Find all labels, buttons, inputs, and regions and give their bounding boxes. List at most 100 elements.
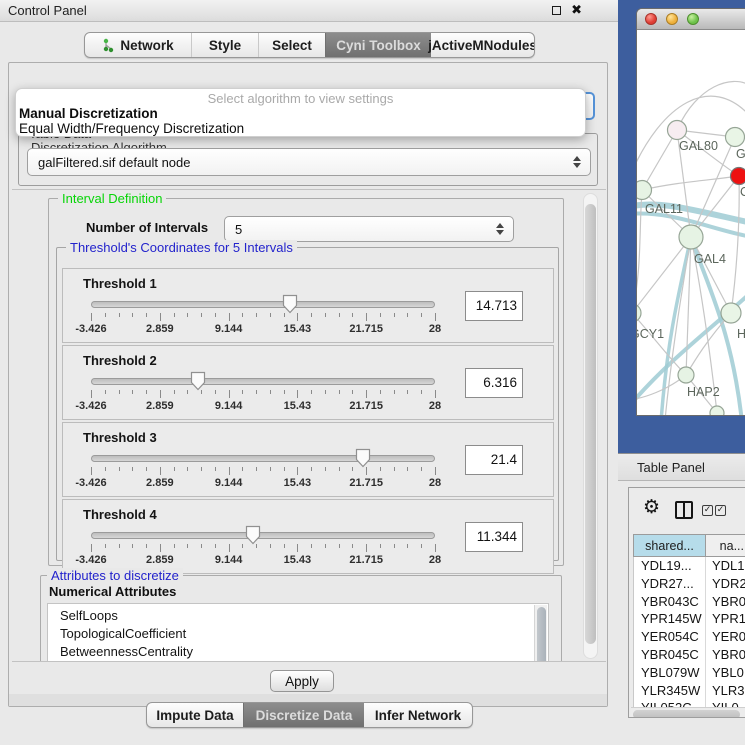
horizontal-scrollbar[interactable] <box>631 707 745 718</box>
table-row[interactable]: YER054CYER0 <box>634 628 745 646</box>
node-table: shared... na... YDL19...YDL1YDR27...YDR2… <box>633 534 745 717</box>
network-node-gal11[interactable] <box>637 181 652 200</box>
settings-scroll-area: Interval Definition Number of Intervals … <box>12 189 606 662</box>
table-data-group: Table Data galFiltered.sif default node <box>18 133 598 186</box>
split-columns-icon[interactable] <box>675 501 693 519</box>
tab-discretize-data[interactable]: Discretize Data <box>243 703 364 727</box>
slider-thumb-icon[interactable] <box>190 371 206 391</box>
apply-button[interactable]: Apply <box>270 670 334 692</box>
number-of-intervals-combobox[interactable]: 5 <box>224 216 514 242</box>
thresholds-group-title: Threshold's Coordinates for 5 Intervals <box>66 240 297 255</box>
tab-impute-data[interactable]: Impute Data <box>147 703 243 727</box>
node-label: GCY1 <box>637 327 664 341</box>
slider-thumb-icon[interactable] <box>355 448 371 468</box>
node-label: HAP2 <box>687 385 720 399</box>
threshold-box: Threshold 2 -3.4262.8599.14415.4321.7152… <box>62 345 554 420</box>
minimize-traffic-light-icon[interactable] <box>666 13 678 25</box>
table-row[interactable]: YBL079WYBL0 <box>634 664 745 682</box>
network-node-gal4[interactable] <box>679 225 703 249</box>
slider-tick-labels: -3.4262.8599.14415.4321.71528 <box>63 477 553 489</box>
network-window-titlebar[interactable] <box>637 9 745 30</box>
close-traffic-light-icon[interactable] <box>645 13 657 25</box>
node-label: GAL80 <box>679 139 718 153</box>
threshold-value-field[interactable]: 11.344 <box>465 522 523 552</box>
bottom-tab-bar: Impute DataDiscretize DataInfer Network <box>146 702 473 728</box>
close-icon[interactable]: ✖ <box>571 4 582 17</box>
network-canvas[interactable]: GAL80GACGAL11GAL4GCY1HHAP2 <box>637 30 745 416</box>
threshold-value-field[interactable]: 6.316 <box>465 368 523 398</box>
algorithm-option-manual-discretization[interactable]: Manual Discretization <box>16 106 585 121</box>
table-panel: ⚙ ✓ ✓ shared... na... YDL19...YDL1YDR27.… <box>628 487 745 718</box>
tab-style[interactable]: Style <box>191 33 258 57</box>
attribute-item-topologicalcoefficient[interactable]: TopologicalCoefficient <box>60 625 548 643</box>
tab-jactivemnodules[interactable]: jActiveMNodules <box>431 33 534 57</box>
network-node-gal80[interactable] <box>668 121 687 140</box>
threshold-value-field[interactable]: 14.713 <box>465 291 523 321</box>
stepper-arrows-icon <box>569 156 585 168</box>
column-header-name[interactable]: na... <box>706 535 745 556</box>
table-data-combobox[interactable]: galFiltered.sif default node <box>27 148 591 176</box>
network-node-ga[interactable] <box>726 128 745 147</box>
checkbox-icon[interactable]: ✓ <box>702 505 713 516</box>
top-tab-bar: NetworkStyleSelectCyni ToolboxjActiveMNo… <box>84 32 535 58</box>
number-of-intervals-label: Number of Intervals <box>86 220 208 235</box>
slider-tick-labels: -3.4262.8599.14415.4321.71528 <box>63 554 553 566</box>
attribute-item-betweennesscentrality[interactable]: BetweennessCentrality <box>60 643 548 661</box>
table-data-selected-value: galFiltered.sif default node <box>38 155 569 170</box>
table-panel-titlebar: Table Panel <box>618 453 745 481</box>
column-header-shared-name[interactable]: shared... <box>634 535 706 556</box>
gear-icon[interactable]: ⚙ <box>643 496 660 518</box>
float-window-icon[interactable] <box>552 6 561 15</box>
slider-track[interactable] <box>91 378 435 385</box>
algorithm-dropdown-popup: Select algorithm to view settings Manual… <box>15 88 586 137</box>
threshold-value-field[interactable]: 21.4 <box>465 445 523 475</box>
threshold-box: Threshold 3 -3.4262.8599.14415.4321.7152… <box>62 422 554 497</box>
tab-infer-network[interactable]: Infer Network <box>364 703 472 727</box>
network-view-window: GAL80GACGAL11GAL4GCY1HHAP2 <box>636 8 745 416</box>
checkbox-icon[interactable]: ✓ <box>715 505 726 516</box>
network-node[interactable] <box>710 406 724 416</box>
thresholds-group: Threshold's Coordinates for 5 Intervals … <box>56 247 559 561</box>
threshold-label: Threshold 4 <box>83 507 157 522</box>
slider-thumb-icon[interactable] <box>245 525 261 545</box>
tab-network[interactable]: Network <box>85 33 191 57</box>
slider-tick-labels: -3.4262.8599.14415.4321.71528 <box>63 400 553 412</box>
panel-title: Control Panel <box>8 3 552 18</box>
algorithm-option-equal-width-frequency-discretization[interactable]: Equal Width/Frequency Discretization <box>16 121 585 136</box>
table-row[interactable]: YBR045CYBR0 <box>634 646 745 664</box>
slider-track[interactable] <box>91 301 435 308</box>
tab-select[interactable]: Select <box>258 33 325 57</box>
table-row[interactable]: YBR043CYBR0 <box>634 593 745 611</box>
slider-track[interactable] <box>91 532 435 539</box>
interval-definition-title: Interval Definition <box>58 191 166 206</box>
control-panel-titlebar: Control Panel ✖ <box>0 0 618 22</box>
threshold-label: Threshold 2 <box>83 353 157 368</box>
network-node-h[interactable] <box>721 303 741 323</box>
network-node-c[interactable] <box>731 168 745 185</box>
table-panel-title: Table Panel <box>637 460 705 475</box>
network-node-hap2[interactable] <box>678 367 694 383</box>
tab-cyni-toolbox[interactable]: Cyni Toolbox <box>325 33 431 57</box>
zoom-traffic-light-icon[interactable] <box>687 13 699 25</box>
attributes-group-title: Attributes to discretize <box>47 568 183 583</box>
slider-thumb-icon[interactable] <box>282 294 298 314</box>
vertical-scrollbar[interactable] <box>583 193 598 659</box>
slider-track[interactable] <box>91 455 435 462</box>
table-row[interactable]: YLR345WYLR3 <box>634 682 745 700</box>
node-label: GAL11 <box>645 202 683 216</box>
node-label: H <box>737 327 745 341</box>
number-of-intervals-value: 5 <box>235 222 492 237</box>
attribute-item-selfloops[interactable]: SelfLoops <box>60 607 548 625</box>
table-row[interactable]: YDR27...YDR2 <box>634 575 745 593</box>
network-icon <box>102 38 115 53</box>
interval-definition-group: Interval Definition Number of Intervals … <box>48 198 564 566</box>
table-row[interactable]: YDL19...YDL1 <box>634 557 745 575</box>
threshold-label: Threshold 3 <box>83 430 157 445</box>
threshold-box: Threshold 4 -3.4262.8599.14415.4321.7152… <box>62 499 554 574</box>
table-toolbar: ⚙ ✓ ✓ <box>629 488 745 533</box>
table-row[interactable]: YPR145WYPR1 <box>634 610 745 628</box>
stepper-arrows-icon <box>492 223 508 235</box>
slider-tick-labels: -3.4262.8599.14415.4321.71528 <box>63 323 553 335</box>
attributes-list-scrollbar[interactable] <box>534 605 547 662</box>
network-node-gcy1[interactable] <box>637 304 641 322</box>
